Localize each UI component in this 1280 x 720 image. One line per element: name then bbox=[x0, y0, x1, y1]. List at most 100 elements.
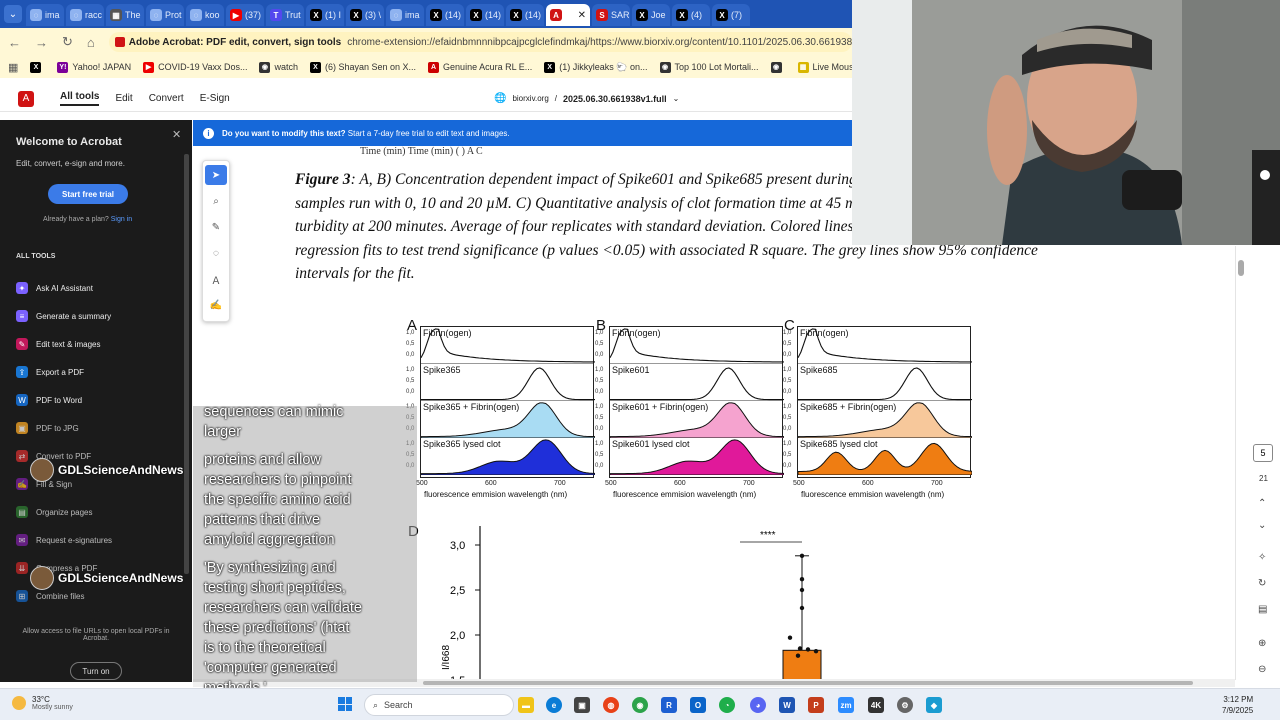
4k-app-icon[interactable]: 4K bbox=[868, 697, 884, 713]
tab-9[interactable]: ◌ ima bbox=[386, 4, 424, 26]
start-trial-button[interactable]: Start free trial bbox=[48, 184, 128, 204]
discord-icon[interactable]: ◕ bbox=[750, 697, 766, 713]
bookmark-7[interactable]: ◉ Top 100 Lot Mortali... bbox=[659, 61, 759, 73]
tool-request-e-signatures[interactable]: ✉ Request e-signatures bbox=[16, 534, 112, 546]
zoom-in-icon[interactable]: ⊕ bbox=[1258, 638, 1266, 649]
sign-icon[interactable]: ✍ bbox=[205, 295, 227, 315]
chevron-up-icon[interactable]: ⌃ bbox=[1258, 498, 1266, 509]
taskbar-clock[interactable]: 3:12 PM 7/9/2025 bbox=[1222, 694, 1253, 716]
chrome-icon[interactable]: ◉ bbox=[632, 697, 648, 713]
tab-6[interactable]: T Trut bbox=[266, 4, 304, 26]
zoom-app-icon[interactable]: zm bbox=[838, 697, 854, 713]
close-icon[interactable]: ✕ bbox=[172, 128, 181, 141]
tab-17[interactable]: X (7) bbox=[712, 4, 750, 26]
app-icon[interactable]: ◍ bbox=[603, 697, 619, 713]
reload-icon[interactable]: ↻ bbox=[62, 34, 73, 50]
apps-grid-icon[interactable]: ▦ bbox=[8, 61, 18, 74]
bookmark-0[interactable]: X bbox=[30, 61, 45, 73]
sign-in-link[interactable]: Sign in bbox=[111, 216, 132, 223]
bookmark-9[interactable]: ▦Live Mouse Tracker... bbox=[797, 61, 852, 73]
turn-on-button[interactable]: Turn on bbox=[70, 662, 122, 680]
bookmark-2[interactable]: ▶ COVID-19 Vaxx Dos... bbox=[143, 61, 247, 73]
word-icon[interactable]: W bbox=[779, 697, 795, 713]
settings-gear-icon[interactable]: ⚙ bbox=[897, 697, 913, 713]
tab-label: The bbox=[125, 10, 141, 20]
taskbar-search[interactable]: ⌕ Search bbox=[364, 694, 514, 716]
chevron-down-icon[interactable]: ⌄ bbox=[1258, 520, 1266, 531]
weather-widget[interactable]: 33°C Mostly sunny bbox=[12, 695, 73, 711]
bookmark-6[interactable]: X (1) Jikkyleaks 🐑 on... bbox=[544, 61, 648, 73]
tool-ask-ai-assistant[interactable]: ✦ Ask AI Assistant bbox=[16, 282, 93, 294]
tab-search-dropdown[interactable]: ⌄ bbox=[4, 5, 22, 23]
menu-all-tools[interactable]: All tools bbox=[60, 91, 100, 106]
zoom-out-icon[interactable]: ⊖ bbox=[1258, 664, 1266, 675]
bookmark-5[interactable]: A Genuine Acura RL E... bbox=[428, 61, 532, 73]
file-breadcrumb[interactable]: 🌐 biorxiv.org / 2025.06.30.661938v1.full… bbox=[494, 93, 679, 104]
tab-10[interactable]: X (14) bbox=[426, 4, 464, 26]
tab-8[interactable]: X (3) \ bbox=[346, 4, 384, 26]
tab-12[interactable]: X (14) bbox=[506, 4, 544, 26]
tool-combine-files[interactable]: ⊞ Combine files bbox=[16, 590, 84, 602]
ai-sparkle-icon[interactable]: ✧ bbox=[1258, 552, 1266, 563]
text-box-icon[interactable]: Ａ bbox=[205, 269, 227, 289]
tab-16[interactable]: X (4) bbox=[672, 4, 710, 26]
lasso-icon[interactable]: ◌ bbox=[205, 243, 227, 263]
zoom-icon[interactable]: ⌕ bbox=[205, 191, 227, 211]
tab-label: ima bbox=[45, 10, 60, 20]
windows-start-icon[interactable] bbox=[338, 697, 352, 711]
outlook-icon[interactable]: O bbox=[690, 697, 706, 713]
pen-icon[interactable]: ✎ bbox=[205, 217, 227, 237]
vertical-scrollbar[interactable] bbox=[1238, 260, 1244, 276]
caption-line: proteins and allow bbox=[204, 452, 321, 468]
back-icon[interactable]: ← bbox=[8, 35, 21, 50]
tool-organize-pages[interactable]: ▤ Organize pages bbox=[16, 506, 92, 518]
menu-convert[interactable]: Convert bbox=[149, 93, 184, 104]
omnibox[interactable]: Adobe Acrobat: PDF edit, convert, sign t… bbox=[108, 32, 852, 52]
forward-icon[interactable]: → bbox=[35, 35, 48, 50]
tab-7[interactable]: X (1) I bbox=[306, 4, 344, 26]
cut-off-axis-labels: Time (min) Time (min) ( ) A C bbox=[360, 146, 483, 157]
whatsapp-icon[interactable]: ◔ bbox=[719, 697, 735, 713]
left-panel-scrollbar[interactable] bbox=[184, 154, 189, 574]
tab-14[interactable]: S SAR bbox=[592, 4, 630, 26]
tab-1[interactable]: ◌ racc bbox=[66, 4, 104, 26]
webcam-image bbox=[852, 0, 1280, 245]
bookmark-8[interactable]: ◉ bbox=[770, 61, 786, 73]
bookmark-3[interactable]: ◉ watch bbox=[259, 61, 298, 73]
file-explorer-icon[interactable]: ▬ bbox=[518, 697, 534, 713]
tool-pdf-to-word[interactable]: W PDF to Word bbox=[16, 394, 82, 406]
allow-file-access-text: Allow access to file URLs to open local … bbox=[22, 628, 170, 642]
tool-generate-a-summary[interactable]: ≡ Generate a summary bbox=[16, 310, 111, 322]
scroll-thumb[interactable] bbox=[423, 681, 1193, 685]
tab-11[interactable]: X (14) bbox=[466, 4, 504, 26]
store-icon[interactable]: ▣ bbox=[574, 697, 590, 713]
refresh-icon[interactable]: ↻ bbox=[1258, 578, 1266, 589]
tab-15[interactable]: X Joe bbox=[632, 4, 670, 26]
current-page[interactable]: 5 bbox=[1253, 444, 1273, 462]
site-chip[interactable]: Adobe Acrobat: PDF edit, convert, sign t… bbox=[114, 37, 341, 48]
tab-5[interactable]: ▶ (37) bbox=[226, 4, 264, 26]
tab-4[interactable]: ◌ koo bbox=[186, 4, 224, 26]
tab-13[interactable]: A ✕ bbox=[546, 4, 590, 26]
tab-2[interactable]: ▦ The bbox=[106, 4, 144, 26]
tray-app-icon[interactable]: ◆ bbox=[926, 697, 942, 713]
tool-label: PDF to Word bbox=[36, 395, 83, 405]
home-icon[interactable]: ⌂ bbox=[87, 35, 95, 50]
bookmark-4[interactable]: X (6) Shayan Sen on X... bbox=[309, 61, 416, 73]
select-cursor-icon[interactable]: ➤ bbox=[205, 165, 227, 185]
tool-export-a-pdf[interactable]: ⇪ Export a PDF bbox=[16, 366, 84, 378]
tool-pdf-to-jpg[interactable]: ▣ PDF to JPG bbox=[16, 422, 79, 434]
powerpoint-icon[interactable]: P bbox=[808, 697, 824, 713]
tab-0[interactable]: ◌ ima bbox=[26, 4, 64, 26]
remote-icon[interactable]: R bbox=[661, 697, 677, 713]
tool-edit-text-images[interactable]: ✎ Edit text & images bbox=[16, 338, 100, 350]
acrobat-logo-icon[interactable]: A bbox=[18, 90, 34, 107]
menu-edit[interactable]: Edit bbox=[115, 93, 132, 104]
close-tab-icon[interactable]: ✕ bbox=[578, 10, 586, 21]
spectrum-row: Spike365 lysed clot bbox=[421, 438, 595, 475]
edge-icon[interactable]: e bbox=[546, 697, 562, 713]
menu-esign[interactable]: E-Sign bbox=[200, 93, 230, 104]
bookmark-1[interactable]: Y! Yahoo! JAPAN bbox=[57, 61, 131, 73]
page-icon[interactable]: ▤ bbox=[1258, 604, 1267, 615]
tab-3[interactable]: ◌ Prot bbox=[146, 4, 184, 26]
